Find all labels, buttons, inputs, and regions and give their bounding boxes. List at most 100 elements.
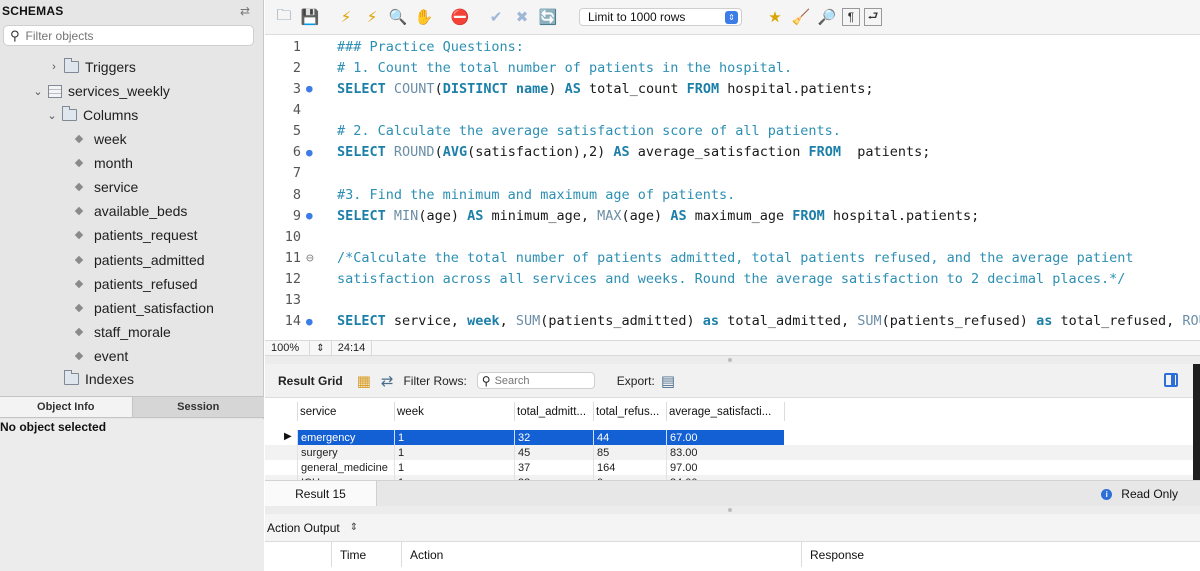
explain-icon[interactable]: 🔍	[387, 6, 409, 28]
code-line[interactable]: 13	[265, 290, 1200, 311]
column-header[interactable]: average_satisfacti...	[666, 402, 784, 421]
code-line[interactable]: 10	[265, 226, 1200, 247]
sql-editor[interactable]: 1 ### Practice Questions: 2 # 1. Count the …	[265, 35, 1200, 340]
column-header[interactable]: total_refus...	[593, 402, 666, 421]
toggle-side-panel-icon[interactable]	[1164, 373, 1178, 387]
tab-object-info[interactable]: Object Info	[0, 397, 132, 417]
tree-item-column[interactable]: patient_satisfaction	[74, 297, 214, 319]
result-grid-label[interactable]: Result Grid	[278, 374, 343, 388]
tree-item-columns[interactable]: ⌄ Columns	[46, 104, 138, 126]
tree-item-label: month	[94, 155, 133, 172]
tree-item-column[interactable]: patients_request	[74, 224, 198, 246]
tree-item-triggers[interactable]: › Triggers	[48, 56, 136, 78]
table-cell[interactable]: 85	[593, 445, 666, 460]
open-folder-icon[interactable]: 🗀	[273, 6, 295, 28]
table-cell[interactable]: 1	[394, 445, 514, 460]
code-line[interactable]: 8 #3. Find the minimum and maximum age of…	[265, 184, 1200, 205]
code-line[interactable]: 5 # 2. Calculate the average satisfaction…	[265, 121, 1200, 142]
code-token: AS	[613, 144, 630, 161]
chevron-down-icon[interactable]: ⌄	[46, 109, 58, 122]
table-cell[interactable]: 45	[514, 445, 593, 460]
table-row[interactable]: general_medicine 1 37 164 97.00	[265, 460, 1193, 475]
code-line[interactable]: 2 # 1. Count the total number of patients…	[265, 57, 1200, 78]
export-icon[interactable]: ▤	[661, 372, 675, 390]
execute-icon[interactable]: ⚡	[335, 6, 357, 28]
tree-item-column[interactable]: service	[74, 176, 138, 198]
chevron-right-icon[interactable]: ›	[48, 61, 60, 73]
limit-rows-select[interactable]: Limit to 1000 rows ⇕	[579, 8, 742, 26]
favorite-icon[interactable]: ★	[764, 6, 786, 28]
code-line[interactable]: 7	[265, 163, 1200, 184]
code-line[interactable]: 3 ● SELECT COUNT(DISTINCT name) AS total_c…	[265, 78, 1200, 99]
code-line[interactable]: 11 ⊖/*Calculate the total number of patie…	[265, 248, 1200, 269]
code-line[interactable]: 14 ● SELECT service, week, SUM(patients_ad…	[265, 311, 1200, 332]
result-grid[interactable]: service week total_admitt... total_refus...…	[265, 398, 1193, 480]
table-cell[interactable]: 37	[514, 460, 593, 475]
splitter[interactable]	[265, 506, 1200, 514]
action-output-label[interactable]: Action Output	[267, 521, 340, 535]
code-line[interactable]: 12 satisfaction across all services and w…	[265, 269, 1200, 290]
tree-item-column[interactable]: patients_admitted	[74, 249, 205, 271]
column-header[interactable]: service	[297, 402, 394, 421]
table-cell[interactable]: 67.00	[666, 430, 784, 445]
toggle-error-icon[interactable]: ⛔	[449, 6, 471, 28]
table-cell[interactable]: 32	[514, 430, 593, 445]
code-line[interactable]: 9 ● SELECT MIN(age) AS minimum_age, MAX(ag…	[265, 205, 1200, 226]
table-cell[interactable]: general_medicine	[297, 460, 394, 475]
filter-objects-box[interactable]: ⚲	[3, 25, 254, 46]
filter-rows-input[interactable]	[494, 374, 585, 387]
table-cell[interactable]: 1	[394, 460, 514, 475]
refresh-schemas-icon[interactable]: ⇄	[240, 4, 250, 18]
tree-item-column[interactable]: week	[74, 128, 127, 150]
column-header[interactable]: week	[394, 402, 514, 421]
tree-item-column[interactable]: event	[74, 345, 128, 367]
table-cell[interactable]: surgery	[297, 445, 394, 460]
chevron-updown-icon[interactable]: ⇕	[350, 522, 358, 533]
chevron-down-icon[interactable]: ⌄	[32, 85, 44, 98]
code-line[interactable]: 1 ### Practice Questions:	[265, 36, 1200, 57]
export-label: Export:	[616, 373, 655, 388]
filter-objects-input[interactable]	[25, 28, 226, 43]
find-icon[interactable]: 🔎	[816, 6, 838, 28]
column-header[interactable]: total_admitt...	[514, 402, 593, 421]
tree-item-indexes[interactable]: Indexes	[48, 368, 134, 386]
invisible-chars-icon[interactable]: ¶	[842, 8, 860, 26]
grid-view-icon[interactable]: ▦	[357, 372, 371, 390]
commit-icon[interactable]: ✔	[485, 6, 507, 28]
table-cell[interactable]: emergency	[297, 430, 394, 445]
filter-rows-search[interactable]: ⚲	[476, 372, 595, 389]
table-cell[interactable]: 44	[593, 430, 666, 445]
save-icon[interactable]: 💾	[299, 6, 321, 28]
code-text: # 2. Calculate the average satisfaction …	[337, 123, 841, 139]
code-line[interactable]: 4	[265, 99, 1200, 120]
tree-item-column[interactable]: available_beds	[74, 200, 187, 222]
refresh-icon[interactable]: ⇄	[381, 372, 394, 390]
table-cell[interactable]: 97.00	[666, 460, 784, 475]
table-row[interactable]: surgery 1 45 85 83.00	[265, 445, 1193, 460]
tree-item-column[interactable]: patients_refused	[74, 273, 198, 295]
grid-header: service week total_admitt... total_refus...…	[265, 402, 1193, 421]
wrap-icon[interactable]: ⮐	[864, 8, 882, 26]
tree-item-table[interactable]: ⌄ services_weekly	[32, 80, 170, 102]
tree-item-column[interactable]: month	[74, 152, 133, 174]
code-line[interactable]: 6 ● SELECT ROUND(AVG(satisfaction),2) AS a…	[265, 142, 1200, 163]
splitter[interactable]	[265, 356, 1200, 364]
tab-session[interactable]: Session	[131, 397, 264, 417]
column-header-action[interactable]: Action	[401, 542, 801, 567]
stop-icon[interactable]: ✋	[413, 6, 435, 28]
table-cell[interactable]: 83.00	[666, 445, 784, 460]
autocommit-icon[interactable]: 🔄	[537, 6, 559, 28]
fold-icon[interactable]: ⊖	[301, 251, 337, 266]
rollback-icon[interactable]: ✖	[511, 6, 533, 28]
table-row[interactable]: ▶ emergency 1 32 44 67.00	[265, 430, 1193, 445]
zoom-stepper[interactable]: ⇕	[310, 341, 332, 355]
execute-current-icon[interactable]: ⚡	[361, 6, 383, 28]
column-header-response[interactable]: Response	[801, 542, 1200, 567]
beautify-icon[interactable]: 🧹	[790, 6, 812, 28]
tab-result[interactable]: Result 15	[265, 481, 377, 507]
table-cell[interactable]: 164	[593, 460, 666, 475]
tree-item-column[interactable]: staff_morale	[74, 321, 171, 343]
column-header-time[interactable]: Time	[331, 542, 401, 567]
table-cell[interactable]: 1	[394, 430, 514, 445]
